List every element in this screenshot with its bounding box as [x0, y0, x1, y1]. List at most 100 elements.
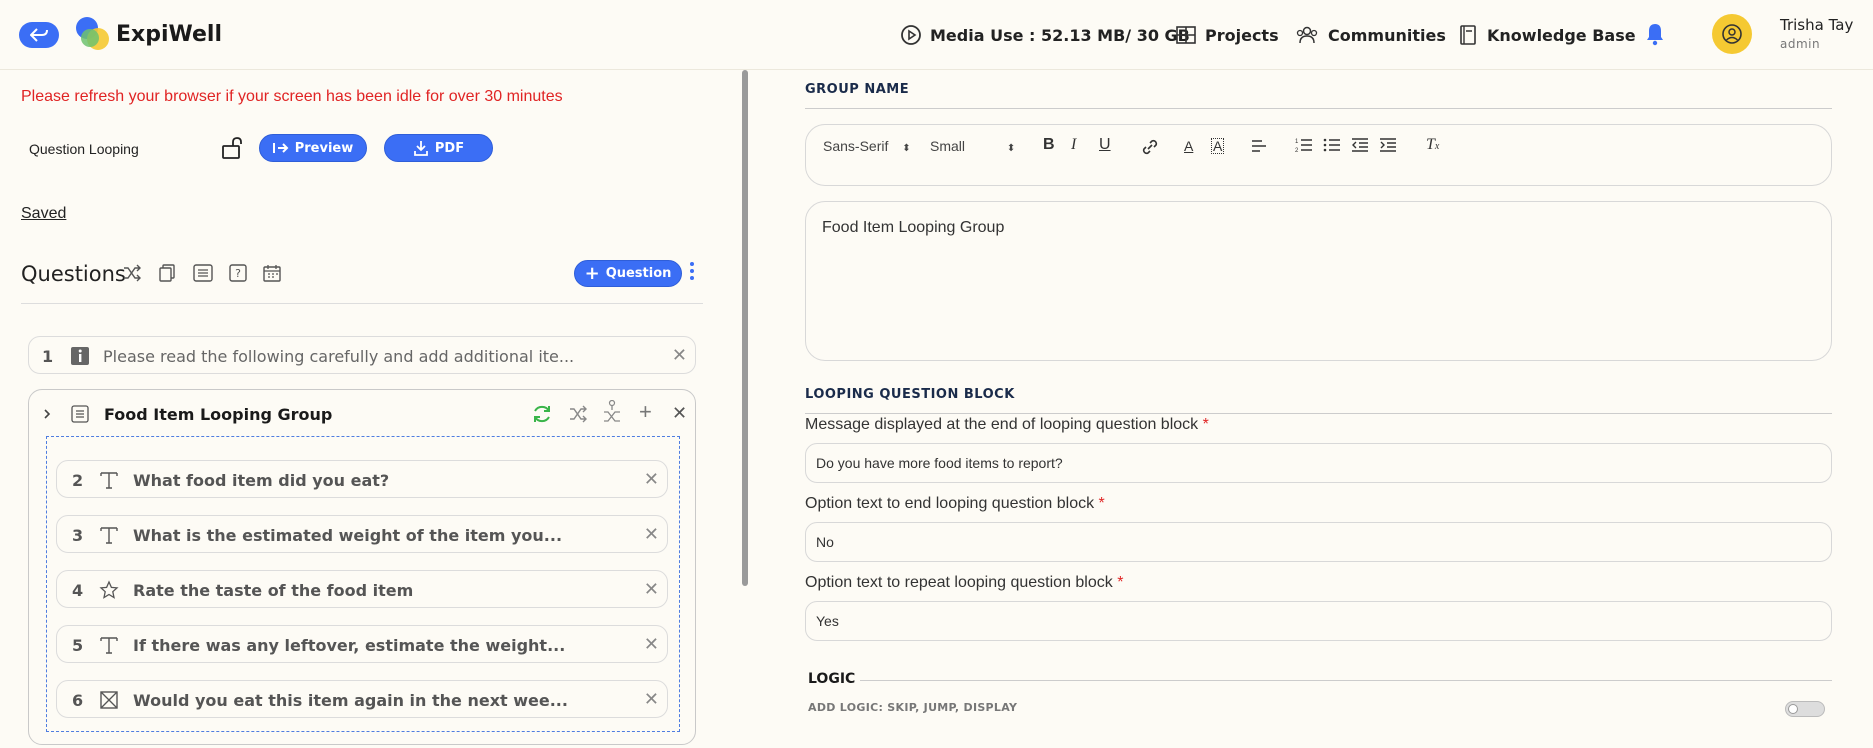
download-icon: [413, 141, 428, 156]
unlock-icon[interactable]: [221, 136, 245, 160]
add-question-label: Question: [605, 266, 672, 281]
delete-question-icon[interactable]: ✕: [644, 634, 659, 655]
repeat-option-label: Option text to repeat looping question b…: [805, 574, 1123, 592]
branch-shuffle-icon[interactable]: [603, 400, 621, 424]
top-bar: ExpiWell Media Use : 52.13 MB/ 30 GB Pro…: [0, 0, 1873, 70]
grid-icon: [1176, 26, 1196, 44]
group-title: Food Item Looping Group: [104, 405, 333, 424]
delete-question-icon[interactable]: ✕: [644, 689, 659, 710]
question-row-1[interactable]: 1 Please read the following carefully an…: [28, 336, 696, 374]
required-mark: *: [1117, 574, 1124, 591]
checkbox-icon: [100, 691, 118, 709]
chevron-right-icon[interactable]: [42, 408, 52, 420]
logic-toggle[interactable]: [1785, 701, 1825, 717]
font-select-value: Sans-Serif: [823, 138, 889, 154]
clear-format-icon[interactable]: Tx: [1426, 136, 1439, 154]
text-icon: [100, 527, 118, 544]
end-option-label: Option text to end looping question bloc…: [805, 495, 1105, 513]
underline-icon[interactable]: U: [1099, 136, 1111, 154]
question-row-4[interactable]: 4 Rate the taste of the food item ✕: [56, 570, 668, 608]
bullet-list-icon[interactable]: [1323, 137, 1341, 153]
bell-icon[interactable]: [1645, 22, 1665, 46]
question-number: 2: [72, 471, 84, 490]
group-name-label: GROUP NAME: [805, 82, 910, 97]
more-options-icon[interactable]: [690, 262, 696, 283]
svg-text:?: ?: [235, 267, 241, 280]
preview-label: Preview: [294, 140, 354, 156]
size-select[interactable]: Small ⬍: [930, 138, 1015, 154]
list-icon[interactable]: [193, 264, 213, 282]
text-color-icon[interactable]: A: [1184, 138, 1193, 154]
user-name: Trisha Tay: [1780, 16, 1854, 34]
back-button[interactable]: [19, 22, 59, 48]
avatar[interactable]: [1712, 14, 1752, 54]
back-arrow-icon: [30, 28, 48, 42]
media-use: Media Use : 52.13 MB/ 30 GB: [900, 24, 1190, 46]
arrow-right-icon: [272, 143, 289, 153]
indent-icon[interactable]: [1379, 137, 1397, 153]
left-scrollbar[interactable]: [742, 70, 748, 586]
ordered-list-icon[interactable]: 12: [1295, 137, 1313, 153]
logic-label: LOGIC: [808, 671, 856, 687]
align-icon[interactable]: [1251, 139, 1267, 153]
svg-text:2: 2: [1295, 148, 1299, 153]
outdent-icon[interactable]: [1351, 137, 1369, 153]
bold-icon[interactable]: B: [1043, 136, 1055, 154]
help-icon[interactable]: ?: [229, 264, 247, 282]
delete-question-icon[interactable]: ✕: [644, 579, 659, 600]
delete-question-icon[interactable]: ✕: [644, 469, 659, 490]
text-icon: [100, 637, 118, 654]
nav-communities[interactable]: Communities: [1294, 24, 1446, 46]
delete-question-icon[interactable]: ✕: [644, 524, 659, 545]
plus-icon: +: [584, 262, 600, 284]
required-mark: *: [1098, 495, 1105, 512]
nav-projects[interactable]: Projects: [1175, 24, 1279, 46]
question-row-2[interactable]: 2 What food item did you eat? ✕: [56, 460, 668, 498]
question-text: Rate the taste of the food item: [133, 581, 414, 600]
background-color-icon[interactable]: A: [1211, 138, 1225, 154]
question-number: 5: [72, 636, 84, 655]
italic-icon[interactable]: I: [1071, 136, 1076, 154]
repeat-option-label-text: Option text to repeat looping question b…: [805, 574, 1113, 591]
group-name-value: Food Item Looping Group: [822, 219, 1005, 236]
logic-subtitle: ADD LOGIC: SKIP, JUMP, DISPLAY: [808, 701, 1018, 714]
nav-knowledge-base[interactable]: Knowledge Base: [1457, 24, 1636, 46]
idle-warning: Please refresh your browser if your scre…: [21, 88, 563, 105]
user-circle-icon: [1722, 24, 1742, 44]
end-option-input[interactable]: No: [805, 522, 1832, 562]
add-question-button[interactable]: + Question: [574, 260, 682, 287]
pdf-label: PDF: [434, 140, 465, 156]
repeat-option-input[interactable]: Yes: [805, 601, 1832, 641]
end-message-input[interactable]: Do you have more food items to report?: [805, 443, 1832, 483]
logic-divider: [860, 680, 1832, 681]
size-select-value: Small: [930, 138, 966, 154]
question-text: What food item did you eat?: [133, 471, 390, 490]
looping-block-label: LOOPING QUESTION BLOCK: [805, 387, 1015, 402]
group-shuffle-icon[interactable]: [569, 405, 587, 423]
preview-button[interactable]: Preview: [259, 134, 367, 162]
add-to-group-icon[interactable]: +: [639, 399, 652, 425]
font-select[interactable]: Sans-Serif ⬍: [823, 138, 911, 154]
calendar-icon[interactable]: [263, 264, 281, 282]
delete-question-icon[interactable]: ✕: [672, 345, 687, 366]
group-list-icon: [71, 405, 89, 423]
brand-name: ExpiWell: [116, 22, 222, 47]
delete-group-icon[interactable]: ✕: [672, 403, 687, 424]
question-row-5[interactable]: 5 If there was any leftover, estimate th…: [56, 625, 668, 663]
question-number: 1: [42, 347, 54, 366]
copy-icon[interactable]: [158, 264, 176, 282]
question-text: Would you eat this item again in the nex…: [133, 691, 568, 710]
link-icon[interactable]: [1141, 138, 1159, 156]
group-name-divider: [805, 108, 1832, 109]
question-row-6[interactable]: 6 Would you eat this item again in the n…: [56, 680, 668, 718]
question-text: Please read the following carefully and …: [103, 347, 575, 366]
question-number: 4: [72, 581, 84, 600]
shuffle-icon[interactable]: [123, 264, 141, 282]
looping-group[interactable]: Food Item Looping Group + ✕ 2 What food …: [28, 389, 696, 745]
question-number: 3: [72, 526, 84, 545]
pdf-button[interactable]: PDF: [384, 134, 493, 162]
loop-icon[interactable]: [531, 403, 553, 425]
saved-status[interactable]: Saved: [21, 205, 66, 223]
question-row-3[interactable]: 3 What is the estimated weight of the it…: [56, 515, 668, 553]
group-name-editor[interactable]: Food Item Looping Group: [805, 201, 1832, 361]
